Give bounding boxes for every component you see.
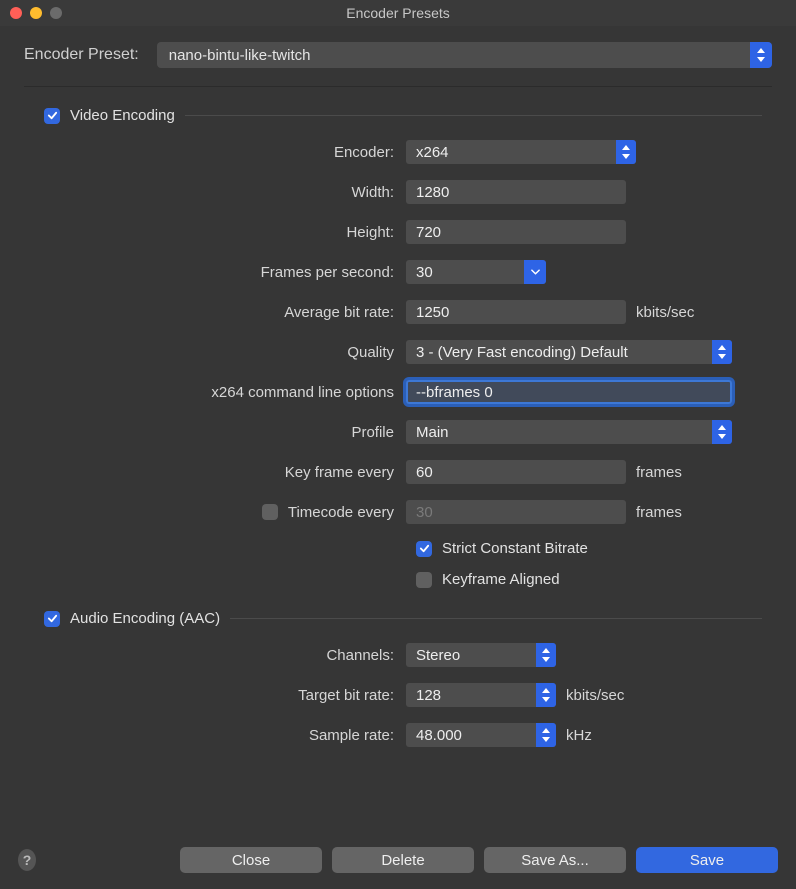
window-title: Encoder Presets: [0, 5, 796, 21]
audio-bitrate-label: Target bit rate:: [64, 687, 394, 704]
close-button[interactable]: Close: [180, 847, 322, 873]
keyframe-suffix: frames: [636, 464, 682, 481]
button-group: Close Delete Save As... Save: [180, 847, 778, 873]
video-section-header: Video Encoding: [14, 87, 782, 140]
avg-bitrate-input[interactable]: [406, 300, 626, 324]
delete-button[interactable]: Delete: [332, 847, 474, 873]
width-input[interactable]: [406, 180, 626, 204]
quality-label: Quality: [64, 344, 394, 361]
keyframe-aligned-label: Keyframe Aligned: [442, 571, 560, 588]
video-form: Encoder: x264 Width: Height:: [14, 140, 782, 588]
channels-value: Stereo: [416, 647, 536, 664]
updown-arrows-icon: [536, 723, 556, 747]
cmdline-label: x264 command line options: [64, 384, 394, 401]
sample-rate-label: Sample rate:: [64, 727, 394, 744]
fps-value: 30: [416, 264, 524, 281]
updown-arrows-icon: [712, 340, 732, 364]
profile-row: Profile Main: [64, 420, 732, 444]
updown-arrows-icon: [536, 643, 556, 667]
preset-label: Encoder Preset:: [24, 46, 139, 64]
save-as-button[interactable]: Save As...: [484, 847, 626, 873]
bottom-bar: ? Close Delete Save As... Save: [0, 847, 796, 873]
width-row: Width:: [64, 180, 732, 204]
height-label: Height:: [64, 224, 394, 241]
avg-bitrate-row: Average bit rate: kbits/sec: [64, 300, 732, 324]
avg-bitrate-label: Average bit rate:: [64, 304, 394, 321]
divider: [185, 115, 762, 116]
quality-row: Quality 3 - (Very Fast encoding) Default: [64, 340, 732, 364]
timecode-label: Timecode every: [288, 504, 394, 521]
fps-row: Frames per second: 30: [64, 260, 732, 284]
video-section-title: Video Encoding: [70, 107, 175, 124]
audio-form: Channels: Stereo Target bit rate: 128: [14, 643, 782, 747]
encoder-row: Encoder: x264: [64, 140, 732, 164]
keyframe-label: Key frame every: [64, 464, 394, 481]
profile-value: Main: [416, 424, 712, 441]
preset-value: nano-bintu-like-twitch: [169, 47, 750, 64]
profile-dropdown[interactable]: Main: [406, 420, 732, 444]
audio-bitrate-row: Target bit rate: 128 kbits/sec: [64, 683, 732, 707]
strict-cbr-checkbox[interactable]: [416, 541, 432, 557]
preset-dropdown[interactable]: nano-bintu-like-twitch: [157, 42, 772, 68]
updown-arrows-icon: [536, 683, 556, 707]
timecode-checkbox[interactable]: [262, 504, 278, 520]
timecode-suffix: frames: [636, 504, 682, 521]
cmdline-input[interactable]: [406, 380, 732, 404]
audio-section-title: Audio Encoding (AAC): [70, 610, 220, 627]
encoder-dropdown[interactable]: x264: [406, 140, 636, 164]
height-input[interactable]: [406, 220, 626, 244]
audio-bitrate-suffix: kbits/sec: [566, 687, 624, 704]
window: Encoder Presets Encoder Preset: nano-bin…: [0, 0, 796, 889]
channels-dropdown[interactable]: Stereo: [406, 643, 556, 667]
channels-row: Channels: Stereo: [64, 643, 732, 667]
encoder-label: Encoder:: [64, 144, 394, 161]
audio-bitrate-value: 128: [416, 687, 536, 704]
updown-arrows-icon: [712, 420, 732, 444]
content: Encoder Preset: nano-bintu-like-twitch V…: [0, 26, 796, 747]
quality-dropdown[interactable]: 3 - (Very Fast encoding) Default: [406, 340, 732, 364]
strict-cbr-label: Strict Constant Bitrate: [442, 540, 588, 557]
strict-cbr-row: Strict Constant Bitrate: [64, 540, 732, 557]
titlebar: Encoder Presets: [0, 0, 796, 26]
width-label: Width:: [64, 184, 394, 201]
help-icon[interactable]: ?: [18, 849, 36, 871]
sample-rate-suffix: kHz: [566, 727, 592, 744]
channels-label: Channels:: [64, 647, 394, 664]
keyframe-row: Key frame every frames: [64, 460, 732, 484]
sample-rate-value: 48.000: [416, 727, 536, 744]
updown-arrows-icon: [750, 42, 772, 68]
audio-bitrate-dropdown[interactable]: 128: [406, 683, 556, 707]
chevron-down-icon: [524, 260, 546, 284]
preset-row: Encoder Preset: nano-bintu-like-twitch: [14, 36, 782, 86]
sample-rate-row: Sample rate: 48.000 kHz: [64, 723, 732, 747]
fps-combo[interactable]: 30: [406, 260, 546, 284]
keyframe-aligned-row: Keyframe Aligned: [64, 571, 732, 588]
quality-value: 3 - (Very Fast encoding) Default: [416, 344, 712, 361]
sample-rate-dropdown[interactable]: 48.000: [406, 723, 556, 747]
avg-bitrate-suffix: kbits/sec: [636, 304, 694, 321]
timecode-row: Timecode every frames: [64, 500, 732, 524]
updown-arrows-icon: [616, 140, 636, 164]
encoder-value: x264: [416, 144, 616, 161]
profile-label: Profile: [64, 424, 394, 441]
height-row: Height:: [64, 220, 732, 244]
audio-encoding-checkbox[interactable]: [44, 611, 60, 627]
cmdline-row: x264 command line options: [64, 380, 732, 404]
timecode-input: [406, 500, 626, 524]
audio-section-header: Audio Encoding (AAC): [14, 602, 782, 643]
divider: [230, 618, 762, 619]
save-button[interactable]: Save: [636, 847, 778, 873]
keyframe-input[interactable]: [406, 460, 626, 484]
keyframe-aligned-checkbox[interactable]: [416, 572, 432, 588]
video-encoding-checkbox[interactable]: [44, 108, 60, 124]
fps-label: Frames per second:: [64, 264, 394, 281]
